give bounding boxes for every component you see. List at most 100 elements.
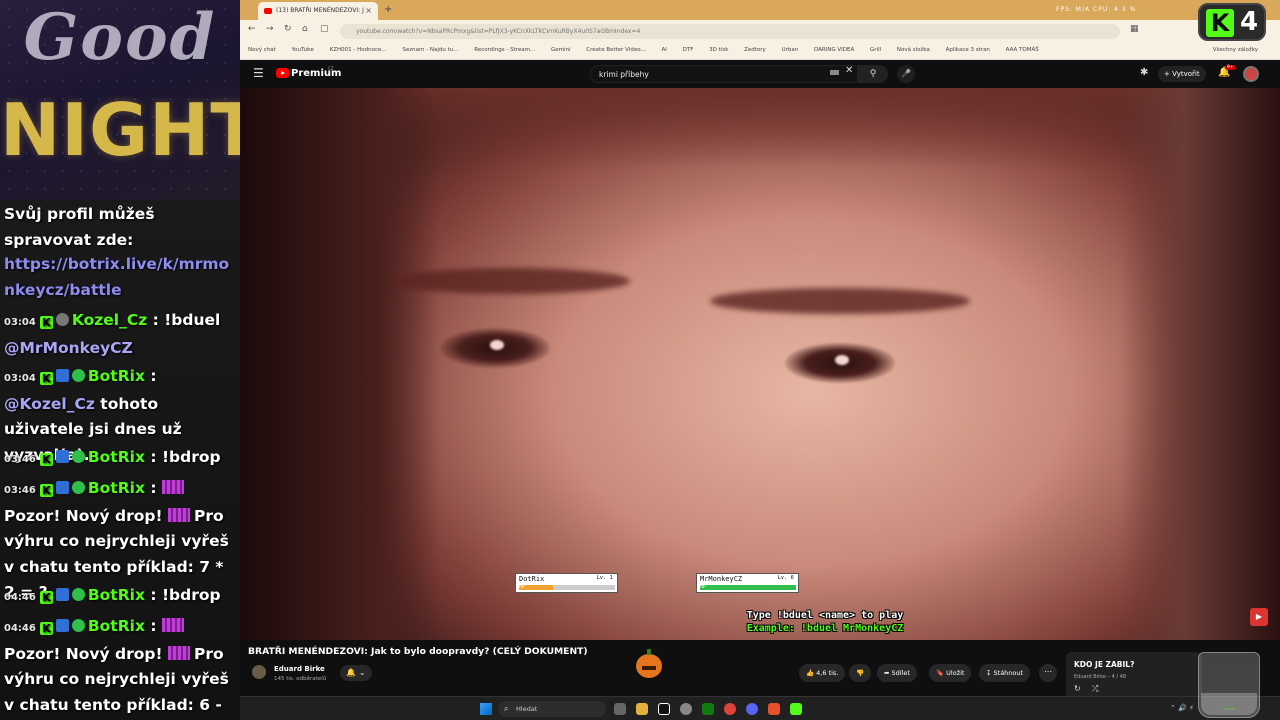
voice-search-icon[interactable]: 🎤 <box>897 65 915 83</box>
address-bar[interactable]: youtube.com/watch?v=NbsaPRcPmxg&list=PLf… <box>340 24 1120 39</box>
bookmark-item[interactable]: KZH001 - Hodnoce... <box>330 47 387 53</box>
hype-emote-icon <box>161 618 184 632</box>
duel-player-level: Lv. 1 <box>596 575 613 581</box>
chat-username[interactable]: BotRix <box>88 586 145 604</box>
xbox-icon[interactable] <box>702 703 714 715</box>
video-player[interactable]: DotRix Lv. 1 HP MrMonkeyCZ Lv. 6 HP Type… <box>240 88 1280 640</box>
bot-badge-icon <box>55 369 69 382</box>
bookmark-item[interactable]: Nový chat <box>248 47 276 53</box>
duel-player-level: Lv. 6 <box>777 575 794 581</box>
chat-mention[interactable]: @MrMonkeyCZ <box>4 339 133 357</box>
video-title: BRATŘI MENÉNDEZOVI: Jak to bylo doopravd… <box>248 646 588 657</box>
chat-link[interactable]: https://botrix.live/k/mrmonkeycz/battle <box>4 255 229 299</box>
bookmark-item[interactable]: 3D tisk <box>709 47 728 53</box>
search-input[interactable]: krimi příbehy <box>590 65 858 83</box>
keyboard-icon[interactable] <box>830 70 839 75</box>
kick-follower-badge: K 4 <box>1198 3 1266 41</box>
discord-icon[interactable] <box>746 703 758 715</box>
clear-search-icon[interactable]: ✕ <box>845 65 853 76</box>
bookmark-item[interactable]: Urban <box>782 47 799 53</box>
bookmark-item[interactable]: DARING VIDEA <box>814 47 854 53</box>
chat-text: : !bduel <box>147 311 221 329</box>
new-tab-button[interactable]: + <box>384 4 392 15</box>
duel-player-name: DotRix <box>519 575 545 583</box>
channel-name[interactable]: Eduard Birke <box>274 665 325 673</box>
tab-close-icon[interactable]: × <box>365 6 372 15</box>
chat-username[interactable]: BotRix <box>88 479 145 497</box>
app-icon[interactable] <box>768 703 780 715</box>
tiktok-icon[interactable] <box>658 703 670 715</box>
video-frame-brow <box>390 268 630 294</box>
account-avatar[interactable] <box>1243 66 1259 82</box>
subscribed-bell-button[interactable]: 🔔 ⌄ <box>340 665 372 681</box>
file-explorer-icon[interactable] <box>636 703 648 715</box>
share-button[interactable]: ➦ Sdílet <box>877 664 917 682</box>
create-button[interactable]: + Vytvořit <box>1158 66 1206 82</box>
playlist-panel[interactable]: KDO JE ZABIL? Eduard Birke – 4 / 48 ↻ ⤮ <box>1066 652 1202 700</box>
bookmark-item[interactable]: Grill <box>870 47 881 53</box>
chat-text: : <box>144 367 157 385</box>
taskbar-search-input[interactable]: Hledat <box>498 701 606 717</box>
loop-icon[interactable]: ↻ <box>1074 684 1081 693</box>
extensions-icon[interactable]: ▦ <box>1130 24 1139 34</box>
shuffle-icon[interactable]: ⤮ <box>1092 684 1098 694</box>
chat-timestamp: 04:46 <box>4 623 36 634</box>
glass-label: ~~~ <box>1222 707 1236 713</box>
bookmark-item[interactable]: DTF <box>683 47 694 53</box>
bookmark-item[interactable]: Nová složka <box>897 47 930 53</box>
bookmark-item[interactable]: Gemini <box>551 47 571 53</box>
chat-mention[interactable]: @Kozel_Cz <box>4 395 95 413</box>
youtube-header: ☰ Premium CZ krimi příbehy ✕ ⚲ 🎤 ✱ + Vyt… <box>240 60 1280 88</box>
next-video-icon[interactable]: ▶ <box>1250 608 1268 626</box>
tab-title: (13) BRATŘI MENÉNDEZOVI: J <box>276 7 364 14</box>
bookmark-item[interactable]: AAA TOMÁŠ <box>1006 47 1039 53</box>
verified-badge-icon <box>71 481 85 494</box>
good-night-banner: Good NIGHT <box>0 0 240 200</box>
bot-badge-icon <box>55 619 69 632</box>
like-button[interactable]: 👍 4,6 tis. <box>799 664 846 682</box>
system-tray[interactable]: ⌃ 🔊 ⚡ <box>1170 704 1194 712</box>
browser-tab-active[interactable]: (13) BRATŘI MENÉNDEZOVI: J × <box>258 2 378 20</box>
forward-icon[interactable]: → <box>266 24 274 34</box>
task-view-icon[interactable] <box>614 703 626 715</box>
reload-icon[interactable]: ↻ <box>284 24 292 34</box>
settings-gear-icon[interactable] <box>680 703 692 715</box>
chat-username[interactable]: BotRix <box>88 367 145 385</box>
bookmark-item[interactable]: Create Better Video... <box>586 47 645 53</box>
chat-username[interactable]: BotRix <box>88 448 145 466</box>
download-button[interactable]: ↧ Stáhnout <box>979 664 1031 682</box>
bookmark-item[interactable]: Recordings - Stream... <box>474 47 535 53</box>
chat-text: : <box>144 617 162 635</box>
back-icon[interactable]: ← <box>248 24 256 34</box>
youtube-logo-icon[interactable] <box>276 68 289 78</box>
kick-count: 4 <box>1240 7 1259 37</box>
home-icon[interactable]: ⌂ <box>302 24 308 34</box>
more-actions-icon[interactable]: ⋯ <box>1039 664 1057 682</box>
create-label: Vytvořit <box>1172 70 1200 78</box>
browser-toolbar: ← → ↻ ⌂ ▢ youtube.com/watch?v=NbsaPRcPmx… <box>240 20 1280 42</box>
channel-avatar[interactable] <box>252 665 266 679</box>
kick-badge-icon: K <box>39 484 53 497</box>
bookmark-item[interactable]: Seznam - Najdu tu... <box>402 47 458 53</box>
video-frame-shade <box>240 88 440 640</box>
bookmark-item[interactable]: YouTube <box>292 47 314 53</box>
chat-message: 03:04 K Kozel_Cz : !bduel @MrMonkeyCZ <box>4 308 238 361</box>
dislike-button[interactable]: 👎 <box>849 664 872 682</box>
chat-username[interactable]: BotRix <box>88 617 145 635</box>
search-button[interactable]: ⚲ <box>858 65 888 83</box>
bookmark-item[interactable]: Zedtory <box>744 47 766 53</box>
download-label: Stáhnout <box>993 669 1024 677</box>
bookmark-item[interactable]: Aplikace 3 stran <box>946 47 990 53</box>
chat-username[interactable]: Kozel_Cz <box>72 311 147 329</box>
bookmark-item[interactable]: AI <box>662 47 667 53</box>
region-label: CZ <box>328 66 334 71</box>
kick-app-icon[interactable] <box>790 703 802 715</box>
chrome-icon[interactable] <box>724 703 736 715</box>
hamburger-menu-icon[interactable]: ☰ <box>253 66 264 80</box>
save-button[interactable]: 🔖 Uložit <box>929 664 972 682</box>
all-bookmarks-button[interactable]: Všechny záložky <box>1213 47 1258 53</box>
kick-badge-icon: K <box>39 591 53 604</box>
tab-search-icon[interactable]: ▢ <box>320 24 329 34</box>
windows-start-icon[interactable] <box>480 703 492 715</box>
cast-icon[interactable]: ✱ <box>1140 67 1148 78</box>
